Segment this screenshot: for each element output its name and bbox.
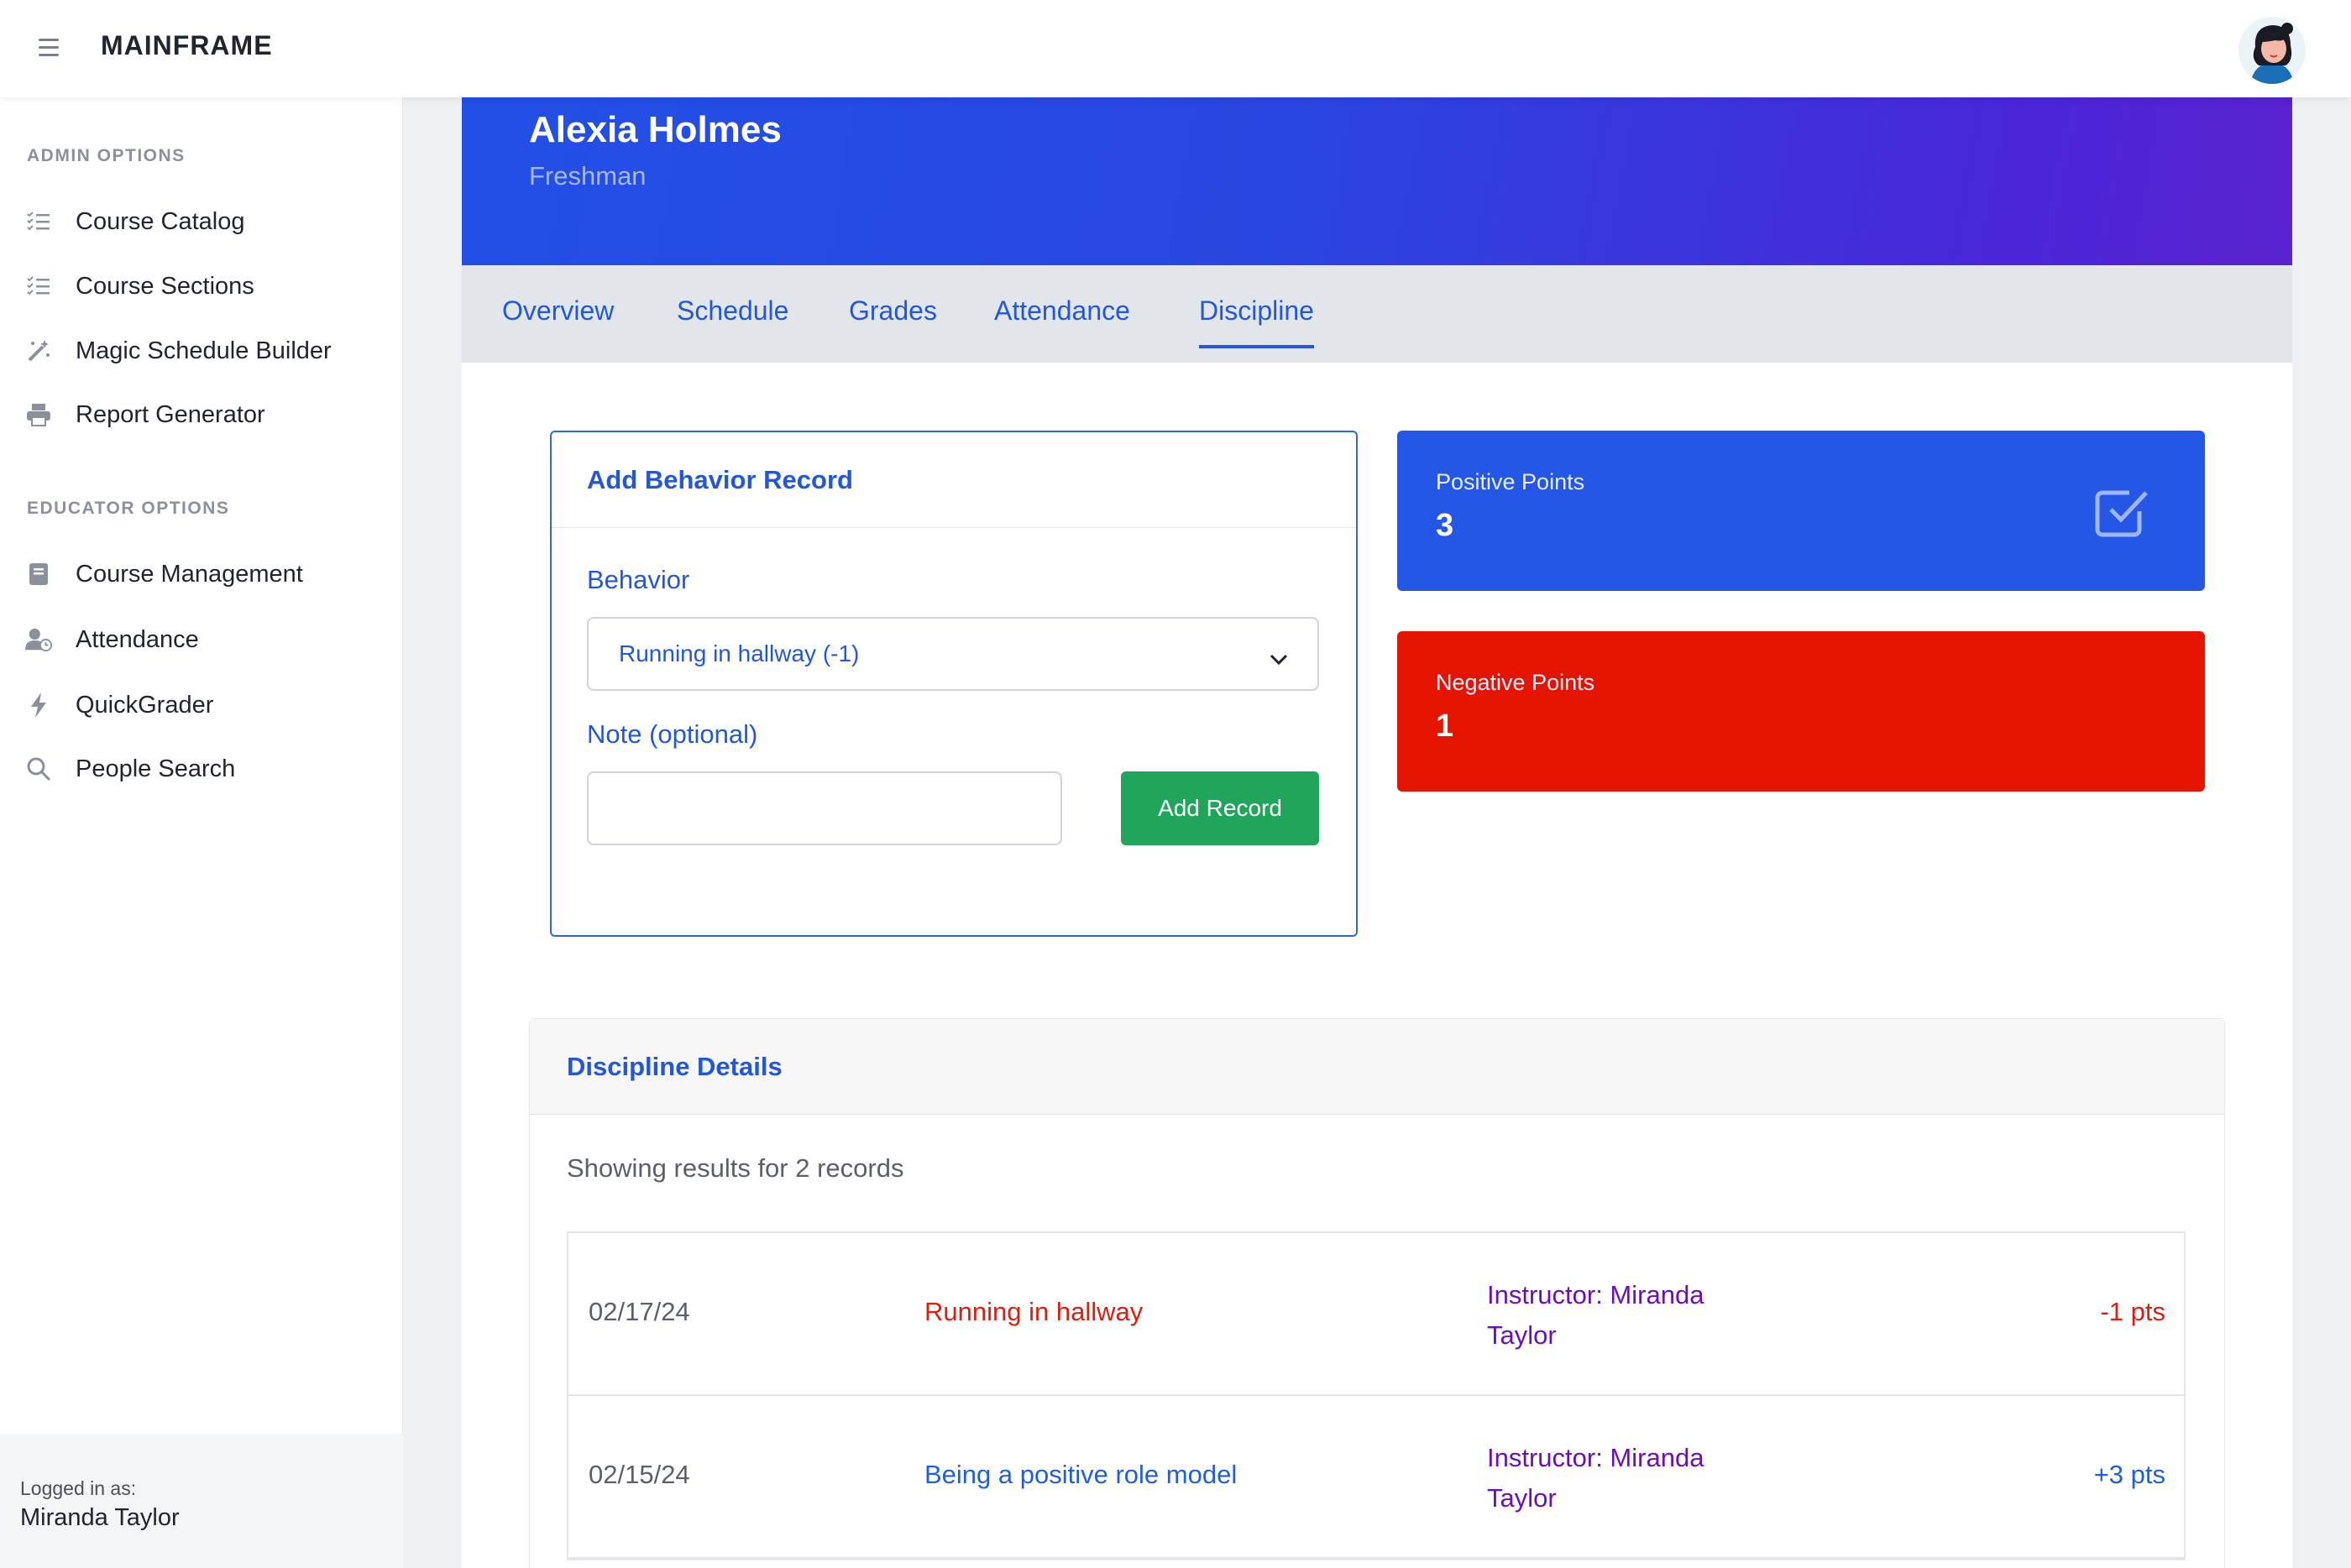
behavior-select[interactable]: Running in hallway (-1) bbox=[587, 617, 1319, 691]
student-tabs: Overview Schedule Grades Attendance Disc… bbox=[462, 265, 2292, 363]
hamburger-menu-icon[interactable] bbox=[39, 39, 59, 56]
student-grade-level: Freshman bbox=[529, 161, 647, 191]
logged-in-user-name: Miranda Taylor bbox=[20, 1504, 180, 1531]
list-check-icon bbox=[25, 208, 52, 235]
sidebar-item-label: Course Sections bbox=[76, 272, 254, 300]
sidebar-item-report-generator[interactable]: Report Generator bbox=[25, 396, 378, 433]
chevron-down-icon bbox=[1269, 645, 1289, 672]
negative-points-card: Negative Points 1 bbox=[1397, 631, 2205, 792]
negative-points-label: Negative Points bbox=[1436, 670, 1595, 695]
record-points: -1 pts bbox=[2100, 1297, 2165, 1326]
positive-points-card: Positive Points 3 bbox=[1397, 431, 2205, 591]
sidebar-item-label: Course Management bbox=[76, 560, 303, 588]
discipline-records-list: 02/17/24 Running in hallway Instructor: … bbox=[567, 1231, 2186, 1560]
logged-in-label: Logged in as: bbox=[20, 1477, 137, 1499]
admin-options-heading: ADMIN OPTIONS bbox=[27, 146, 186, 165]
sidebar-item-label: Report Generator bbox=[76, 400, 265, 428]
sidebar-item-magic-schedule-builder[interactable]: Magic Schedule Builder bbox=[25, 332, 378, 369]
negative-points-value: 1 bbox=[1436, 708, 1454, 744]
behavior-select-value: Running in hallway (-1) bbox=[619, 640, 860, 666]
sidebar: ADMIN OPTIONS Course Catalog Course Sect… bbox=[0, 97, 403, 1568]
printer-icon bbox=[25, 401, 52, 428]
sidebar-item-attendance[interactable]: Attendance bbox=[25, 621, 378, 658]
tab-grades[interactable]: Grades bbox=[849, 295, 937, 327]
tab-discipline[interactable]: Discipline bbox=[1199, 295, 1314, 348]
results-summary: Showing results for 2 records bbox=[567, 1153, 904, 1183]
note-input[interactable] bbox=[587, 771, 1062, 845]
list-check-icon bbox=[25, 273, 52, 300]
add-record-button[interactable]: Add Record bbox=[1121, 771, 1319, 845]
educator-options-heading: EDUCATOR OPTIONS bbox=[27, 499, 230, 518]
book-icon bbox=[25, 561, 52, 588]
positive-points-label: Positive Points bbox=[1436, 469, 1585, 494]
tab-attendance[interactable]: Attendance bbox=[994, 295, 1130, 327]
record-instructor: Instructor: Miranda Taylor bbox=[1487, 1280, 1704, 1350]
logged-in-footer: Logged in as: Miranda Taylor bbox=[0, 1434, 403, 1568]
student-name: Alexia Holmes bbox=[529, 109, 782, 150]
sidebar-item-course-sections[interactable]: Course Sections bbox=[25, 268, 378, 305]
tab-schedule[interactable]: Schedule bbox=[677, 295, 788, 327]
behavior-label: Behavior bbox=[587, 565, 690, 594]
user-clock-icon bbox=[25, 626, 52, 653]
sidebar-item-label: Attendance bbox=[76, 625, 199, 653]
record-instructor: Instructor: Miranda Taylor bbox=[1487, 1443, 1704, 1513]
sidebar-item-course-management[interactable]: Course Management bbox=[25, 556, 378, 593]
record-behavior: Being a positive role model bbox=[924, 1460, 1238, 1489]
table-row: 02/17/24 Running in hallway Instructor: … bbox=[568, 1233, 2184, 1396]
record-date: 02/17/24 bbox=[589, 1297, 690, 1326]
checkbox-checked-icon bbox=[2091, 481, 2151, 546]
magic-wand-icon bbox=[25, 337, 52, 364]
search-icon bbox=[25, 755, 52, 782]
sidebar-item-course-catalog[interactable]: Course Catalog bbox=[25, 203, 378, 240]
sidebar-item-people-search[interactable]: People Search bbox=[25, 750, 378, 787]
app-brand: MAINFRAME bbox=[101, 30, 273, 60]
student-header: Alexia Holmes Freshman bbox=[462, 97, 2292, 265]
discipline-details-card: Discipline Details Showing results for 2… bbox=[529, 1018, 2225, 1568]
user-avatar[interactable] bbox=[2238, 17, 2306, 84]
add-behavior-record-title: Add Behavior Record bbox=[552, 432, 1356, 528]
sidebar-item-label: QuickGrader bbox=[76, 691, 214, 719]
table-row: 02/15/24 Being a positive role model Ins… bbox=[568, 1396, 2184, 1559]
discipline-details-title: Discipline Details bbox=[530, 1019, 2224, 1115]
note-label: Note (optional) bbox=[587, 719, 758, 749]
tab-overview[interactable]: Overview bbox=[502, 295, 614, 327]
record-date: 02/15/24 bbox=[589, 1460, 690, 1489]
record-behavior: Running in hallway bbox=[924, 1297, 1144, 1326]
add-behavior-record-card: Add Behavior Record Behavior Running in … bbox=[550, 431, 1358, 937]
positive-points-value: 3 bbox=[1436, 508, 1454, 543]
sidebar-item-label: People Search bbox=[76, 755, 236, 782]
record-points: +3 pts bbox=[2093, 1460, 2165, 1489]
sidebar-item-label: Course Catalog bbox=[76, 207, 245, 235]
lightning-icon bbox=[25, 692, 52, 719]
sidebar-item-label: Magic Schedule Builder bbox=[76, 337, 332, 364]
top-bar: MAINFRAME bbox=[0, 0, 2351, 97]
sidebar-item-quickgrader[interactable]: QuickGrader bbox=[25, 687, 378, 724]
